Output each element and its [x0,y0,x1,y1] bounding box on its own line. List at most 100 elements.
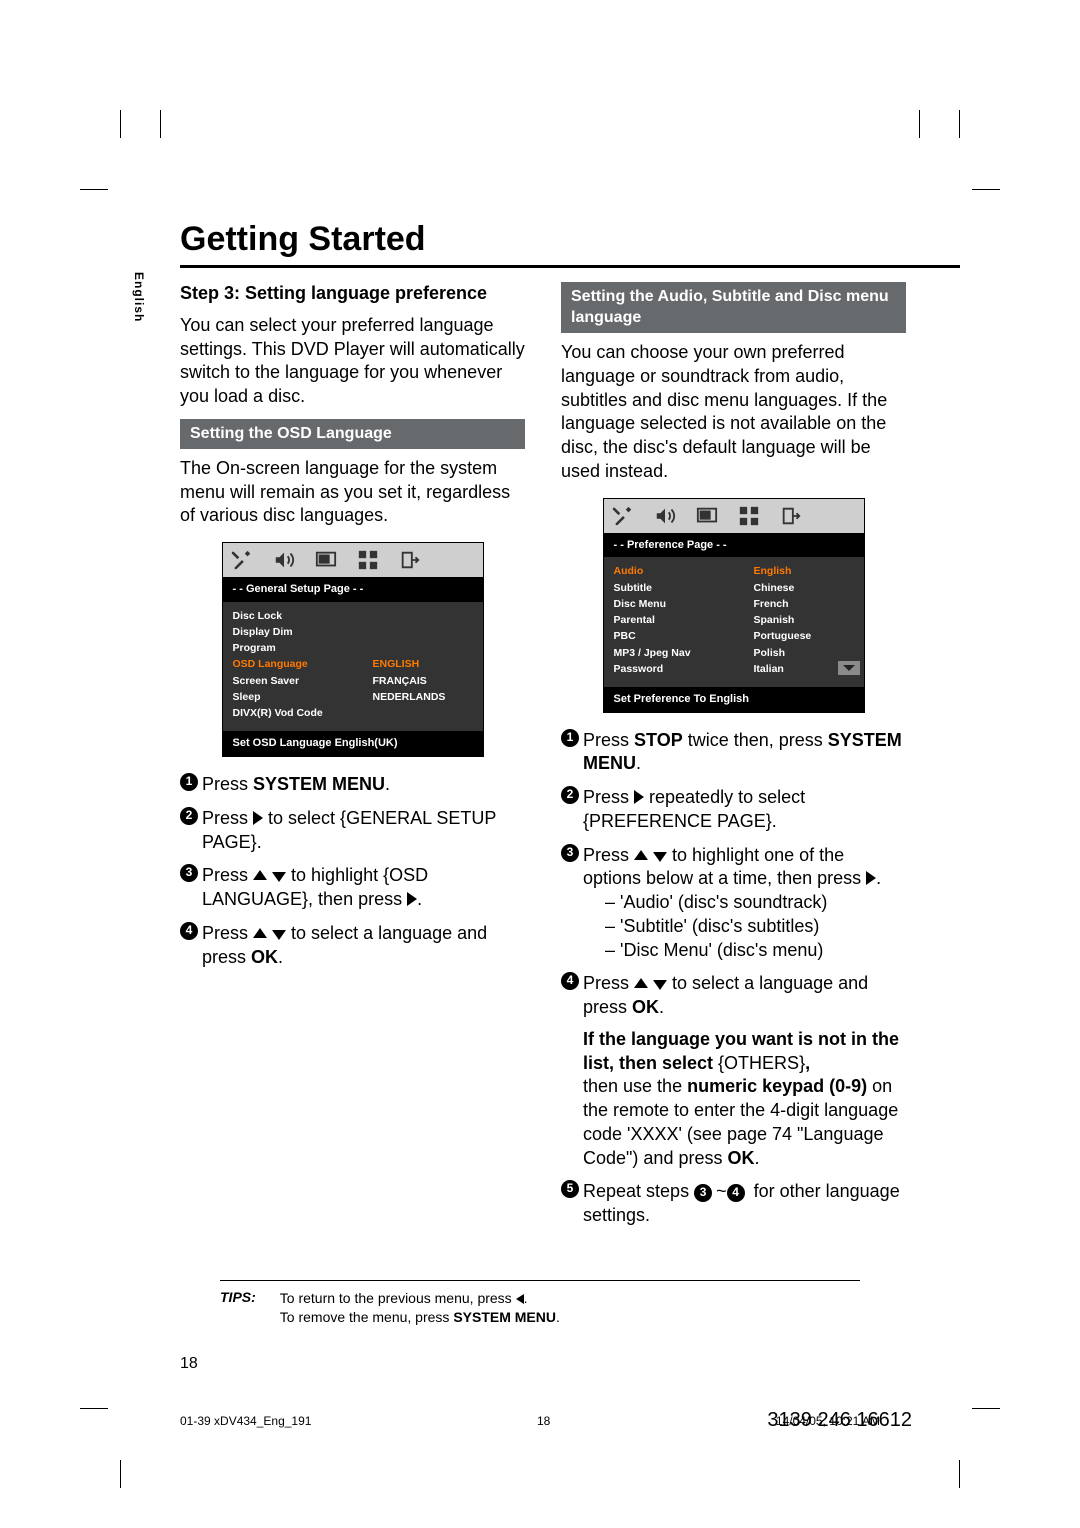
scroll-down-icon [838,661,860,675]
right-step3: Press to highlight one of the options be… [583,844,906,963]
down-arrow-icon [653,852,667,862]
osd-option: Polish [754,645,854,661]
step-badge-5: 5 [561,1180,579,1198]
left-step2: Press to select {GENERAL SETUP PAGE}. [202,807,525,855]
right-step4: Press to select a language and press OK.… [583,972,906,1170]
tips-box: TIPS: To return to the previous menu, pr… [220,1280,860,1328]
down-arrow-icon [272,872,286,882]
osd-item: Sleep [233,689,363,705]
osd-item: PBC [614,628,744,644]
left-step4: Press to select a language and press OK. [202,922,525,970]
tips-label: TIPS: [220,1289,256,1328]
step-badge-1: 1 [180,773,198,791]
osd-item-highlight: OSD Language [233,656,363,672]
tv-icon [315,549,337,571]
sub-audio: – 'Audio' (disc's soundtrack) [583,891,906,915]
osd-item: Display Dim [233,624,363,640]
osd-tab-icons [223,543,483,577]
left-step1: Press SYSTEM MENU. [202,773,525,797]
step-badge-4: 4 [180,922,198,940]
title-rule [180,265,960,268]
right-arrow-icon [866,871,876,885]
osd-option-highlight: ENGLISH [373,656,473,672]
left-step3: Press to highlight {OSD LANGUAGE}, then … [202,864,525,912]
osd-option: Chinese [754,580,854,596]
sub-subtitle: – 'Subtitle' (disc's subtitles) [583,915,906,939]
up-arrow-icon [634,850,648,860]
right-intro: You can choose your own preferred langua… [561,341,906,484]
osd-item: DIVX(R) Vod Code [233,705,363,721]
page-number: 18 [180,1355,198,1373]
osd-tab-icons [604,499,864,533]
right-arrow-icon [407,892,417,906]
step-badge-2: 2 [180,807,198,825]
serial-number: 3139 246 16612 [767,1409,912,1432]
osd-language-para: The On-screen language for the system me… [180,457,525,528]
right-step1: Press STOP twice then, press SYSTEM MENU… [583,729,906,777]
osd-option: NEDERLANDS [373,689,473,705]
meta-page: 18 [537,1414,550,1428]
down-arrow-icon [272,930,286,940]
crop-mark [920,1408,960,1448]
step-badge-1: 1 [561,729,579,747]
osd-option: FRANÇAIS [373,673,473,689]
right-step2: Press repeatedly to select {PREFERENCE P… [583,786,906,834]
osd-option: Spanish [754,612,854,628]
osd-option: Portuguese [754,628,854,644]
exit-icon [780,505,802,527]
right-step5: Repeat steps 3~4 for other language sett… [583,1180,906,1228]
tv-icon [696,505,718,527]
osd-language-band: Setting the OSD Language [180,419,525,449]
crop-mark [920,150,960,190]
right-arrow-icon [634,790,644,804]
crop-mark [120,1408,160,1448]
left-intro: You can select your preferred language s… [180,314,525,409]
page-title: Getting Started [180,220,960,259]
crop-mark [160,150,200,190]
wrench-icon [612,505,634,527]
osd-item: Disc Menu [614,596,744,612]
up-arrow-icon [634,978,648,988]
step-badge-2: 2 [561,786,579,804]
osd-item: Password [614,661,744,677]
osd-general-setup: - - General Setup Page - - Disc Lock Dis… [222,542,484,757]
step-badge-ref-4: 4 [727,1184,745,1202]
language-tab: English [132,272,146,322]
osd-footer: Set Preference To English [604,687,864,712]
left-arrow-icon [516,1294,524,1304]
osd-item: Subtitle [614,580,744,596]
osd-item: Disc Lock [233,608,363,624]
speaker-icon [654,505,676,527]
osd-option: French [754,596,854,612]
step-badge-4: 4 [561,972,579,990]
crop-mark [880,150,920,190]
osd-item: Program [233,640,363,656]
sub-discmenu: – 'Disc Menu' (disc's menu) [583,939,906,963]
exit-icon [399,549,421,571]
osd-page-label: - - General Setup Page - - [223,577,483,602]
osd-item: MP3 / Jpeg Nav [614,645,744,661]
left-column: Step 3: Setting language preference You … [180,282,525,1238]
osd-option-highlight: English [754,563,854,579]
disc-menu-band: Setting the Audio, Subtitle and Disc men… [561,282,906,333]
grid-icon [738,505,760,527]
up-arrow-icon [253,928,267,938]
crop-mark [120,150,160,190]
grid-icon [357,549,379,571]
step-badge-ref-3: 3 [694,1184,712,1202]
up-arrow-icon [253,870,267,880]
step-badge-3: 3 [180,864,198,882]
right-column: Setting the Audio, Subtitle and Disc men… [561,282,906,1238]
right-arrow-icon [253,811,263,825]
down-arrow-icon [653,980,667,990]
osd-item-highlight: Audio [614,563,744,579]
osd-preference-page: - - Preference Page - - Audio Subtitle D… [603,498,865,713]
osd-footer: Set OSD Language English(UK) [223,731,483,756]
osd-item: Parental [614,612,744,628]
meta-filename: 01-39 xDV434_Eng_191 [180,1414,311,1428]
step3-heading: Step 3: Setting language preference [180,282,525,306]
wrench-icon [231,549,253,571]
osd-page-label: - - Preference Page - - [604,533,864,558]
osd-item: Screen Saver [233,673,363,689]
step-badge-3: 3 [561,844,579,862]
